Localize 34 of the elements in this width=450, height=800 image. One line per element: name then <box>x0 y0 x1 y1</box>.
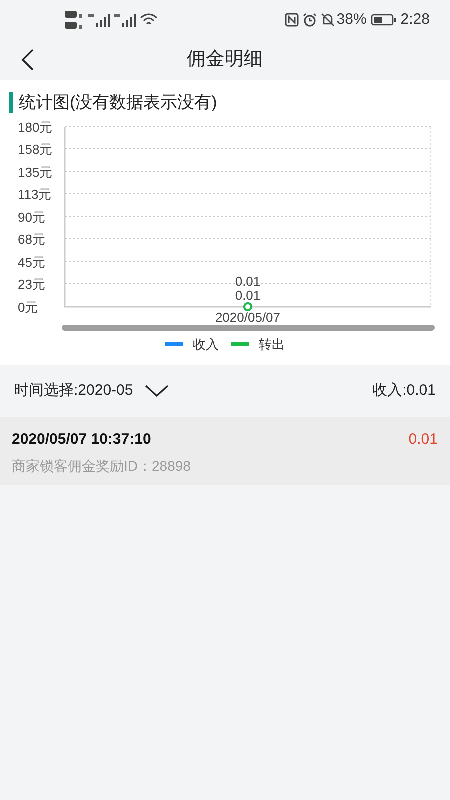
wifi-icon <box>140 13 158 27</box>
record-time: 2020/05/07 10:37:10 <box>12 430 152 450</box>
axis-label: 68元 <box>18 232 46 246</box>
axis-label: 90元 <box>18 210 46 224</box>
axis-label: 45元 <box>18 254 46 270</box>
axis-label: 180元 <box>18 120 53 134</box>
accent-bar <box>9 92 13 114</box>
legend-label: 转出 <box>259 336 285 354</box>
alarm-icon <box>302 13 317 27</box>
data-label: 0.01 <box>235 274 261 288</box>
clock-time: 2:28 <box>400 10 430 30</box>
record-row[interactable]: 2020/05/07 10:37:10 0.01 商家锁客佣金奖励ID：28898 <box>0 417 450 485</box>
axis-label: 2020/05/07 <box>215 310 281 324</box>
chevron-down-icon <box>145 385 170 397</box>
axis-label: 0元 <box>18 300 38 314</box>
data-label: 0.01 <box>235 288 261 302</box>
signal-icon <box>88 13 112 27</box>
axis-label: 135元 <box>18 164 53 180</box>
muted-bell-icon <box>320 13 335 27</box>
month-picker[interactable]: 时间选择:2020-05 <box>14 380 170 402</box>
battery-percent: 38% <box>336 10 367 30</box>
axis-label: 158元 <box>18 142 53 156</box>
signal-icon <box>114 13 138 27</box>
axis-label: 113元 <box>18 186 52 202</box>
nfc-icon <box>284 13 299 27</box>
back-icon <box>21 49 35 71</box>
axis-label: 23元 <box>18 276 46 292</box>
legend-label: 收入 <box>193 336 219 354</box>
battery-icon <box>370 13 397 27</box>
income-total: 收入:0.01 <box>372 380 436 401</box>
record-amount: 0.01 <box>408 430 438 450</box>
page-title: 佣金明细 <box>187 48 263 72</box>
section-title: 统计图(没有数据表示没有) <box>19 92 218 114</box>
record-description: 商家锁客佣金奖励ID：28898 <box>12 456 192 476</box>
